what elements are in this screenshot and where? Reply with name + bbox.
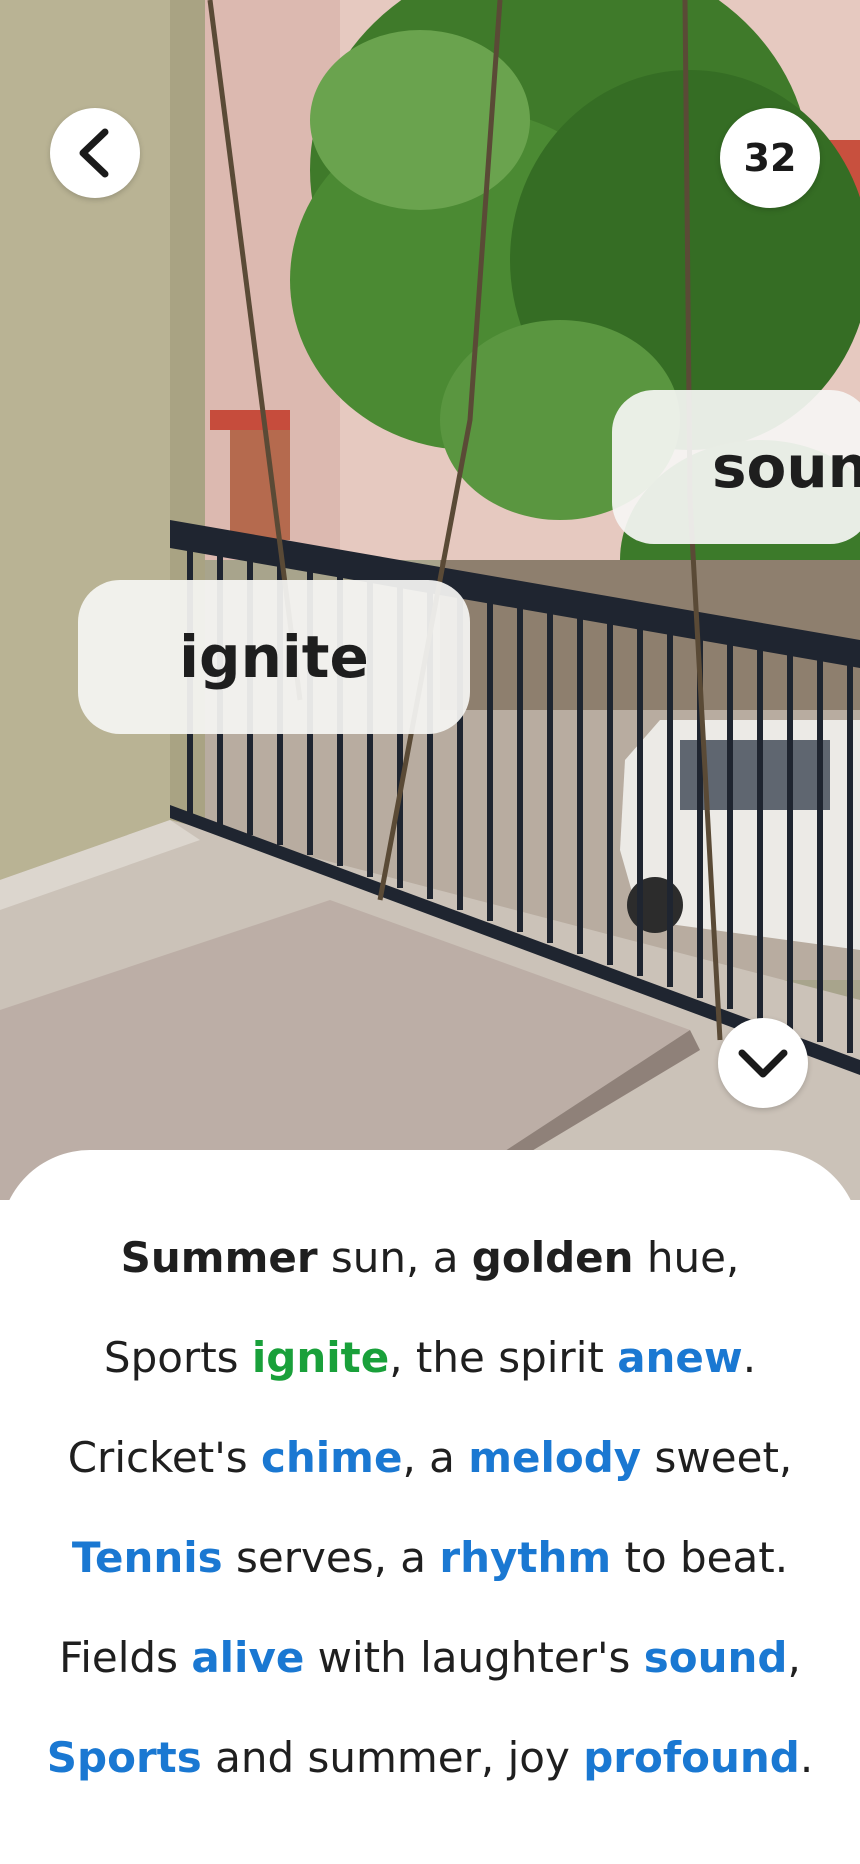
chevron-left-icon [79, 128, 109, 178]
poem-text: . [742, 1333, 757, 1382]
word-bubble-label: soun [712, 433, 860, 501]
word-bubble-ignite[interactable]: ignite [78, 580, 470, 734]
poem-word: golden [471, 1233, 634, 1282]
collapse-button[interactable] [718, 1018, 808, 1108]
poem-text: , a [402, 1433, 469, 1482]
poem-text: sweet, [641, 1433, 793, 1482]
poem-text: , the spirit [389, 1333, 618, 1382]
target-word[interactable]: profound [583, 1733, 800, 1782]
poem-card: Summer sun, a golden hue, Sports ignite,… [0, 1150, 860, 1864]
poem-line: Sports and summer, joy profound. [0, 1733, 860, 1782]
poem-text: with laughter's [304, 1633, 644, 1682]
poem-line: Sports ignite, the spirit anew. [0, 1333, 860, 1382]
target-word[interactable]: rhythm [439, 1533, 611, 1582]
poem-text: hue, [633, 1233, 740, 1282]
poem-line: Fields alive with laughter's sound, [0, 1633, 860, 1682]
score-badge: 32 [720, 108, 820, 208]
score-value: 32 [743, 136, 797, 180]
poem-line: Tennis serves, a rhythm to beat. [0, 1533, 860, 1582]
poem-text: . [799, 1733, 814, 1782]
back-button[interactable] [50, 108, 140, 198]
word-bubble-label: ignite [179, 623, 369, 691]
target-word[interactable]: chime [261, 1433, 402, 1482]
target-word[interactable]: Tennis [72, 1533, 223, 1582]
poem-text: Fields [59, 1633, 192, 1682]
target-word[interactable]: anew [617, 1333, 743, 1382]
poem-word: Summer [120, 1233, 318, 1282]
poem-text: to beat. [611, 1533, 789, 1582]
poem-text: and summer, joy [201, 1733, 584, 1782]
poem-text: , [787, 1633, 801, 1682]
target-word[interactable]: melody [468, 1433, 641, 1482]
poem-text: serves, a [222, 1533, 440, 1582]
target-word[interactable]: alive [191, 1633, 304, 1682]
poem-text: Sports [103, 1333, 252, 1382]
poem-text: Cricket's [67, 1433, 261, 1482]
poem-line: Summer sun, a golden hue, [0, 1233, 860, 1282]
target-word[interactable]: sound [644, 1633, 788, 1682]
found-word: ignite [251, 1333, 390, 1382]
word-bubble-sound[interactable]: soun [612, 390, 860, 544]
target-word[interactable]: Sports [47, 1733, 202, 1782]
poem-text: sun, a [317, 1233, 472, 1282]
chevron-down-icon [738, 1049, 788, 1078]
poem-line: Cricket's chime, a melody sweet, [0, 1433, 860, 1482]
